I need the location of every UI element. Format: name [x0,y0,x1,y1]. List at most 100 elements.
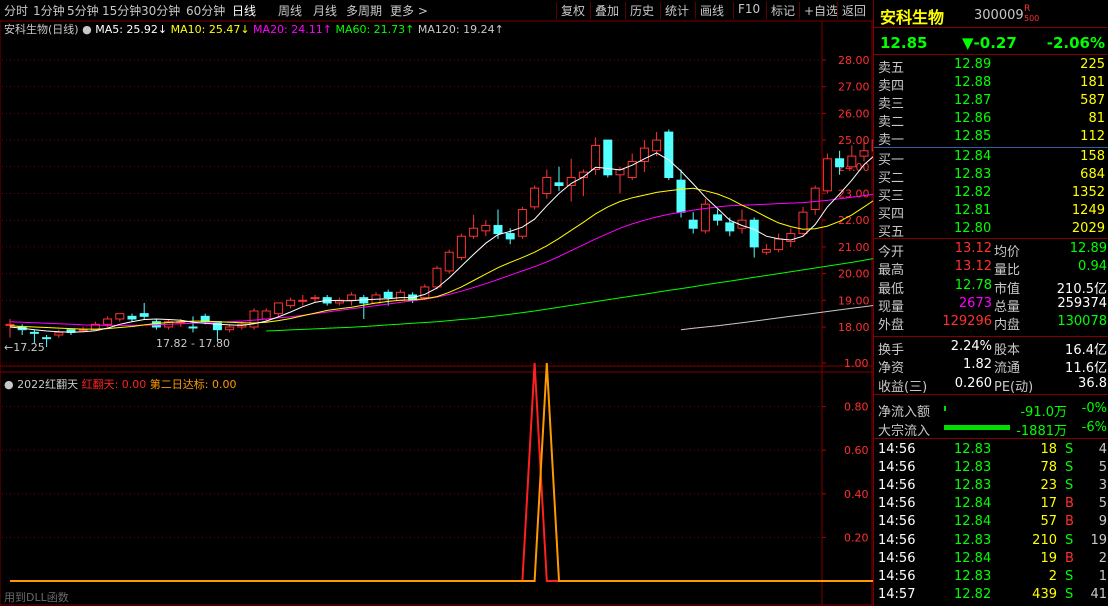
candle [54,329,64,338]
toolbar-divider [625,2,626,19]
bid-volume: 684 [1080,167,1105,183]
timeframe-tab[interactable]: 60分钟 [186,2,225,19]
stat2-row: 净资 1.82 流通 11.6亿 [874,356,1108,377]
bid-row: 买四 12.81 1249 [874,202,1108,222]
toolbar-button[interactable]: F10 [738,2,760,16]
toolbar-button[interactable]: 叠加 [595,2,619,19]
candle [188,316,198,333]
candle [566,158,576,202]
tick-volume: 57 [1040,514,1057,530]
y-tick-label: 28.00 [838,54,870,67]
tick-row: 14:56 12.83 23 S 3 [874,477,1108,495]
candle [456,233,466,261]
flow-bar [944,425,1010,430]
toolbar-button[interactable]: 历史 [630,2,654,19]
tick-volume: 2 [1048,568,1057,584]
y-tick-label: 19.00 [838,294,870,307]
candle [615,166,625,194]
bid-price: 12.81 [954,203,992,219]
toolbar-button[interactable]: 画线 [700,2,724,19]
candle [298,294,308,306]
price-change-pct: -2.06% [1046,34,1105,52]
stat-value: 12.78 [954,277,992,293]
tick-volume: 78 [1040,460,1057,476]
y-tick-label: 21.00 [838,241,870,254]
toolbar-button[interactable]: 复权 [561,2,585,19]
candle [273,302,283,317]
candle [847,145,857,170]
toolbar-button[interactable]: 标记 [771,2,795,19]
stat-value: 259374 [1057,295,1107,311]
stock-header: 安科生物 300009 R 500 [874,4,1108,27]
stat-label: 现量 [878,299,905,315]
ma-label: MA5: 25.92↓ [95,23,170,36]
tick-volume: 17 [1040,496,1057,512]
candle [481,220,491,237]
timeframe-tab[interactable]: 15分钟 [102,2,141,19]
badge-top: R [1024,4,1031,14]
candle [542,169,552,199]
tick-row: 14:57 12.82 439 S 41 [874,586,1108,604]
tick-count: 3 [1098,478,1107,494]
toolbar-button[interactable]: 统计 [665,2,689,19]
tick-count: 19 [1090,532,1107,548]
timeframe-tab[interactable]: 日线 [232,2,256,19]
stat-label: PE(动) [994,379,1034,395]
tick-side: S [1065,442,1074,457]
stat-value: 12.89 [1069,241,1107,256]
timeframe-tab[interactable]: 月线 [313,2,337,19]
timeframe-tab[interactable]: 周线 [278,2,302,19]
tick-side: B [1065,514,1074,530]
timeframe-tab[interactable]: 多周期 [346,2,382,19]
quote-panel: 安科生物 300009 R 500 12.85 ▼-0.27 -2.06% 卖五 12.89 22… [873,0,1108,606]
y-tick-label: 0.20 [844,531,869,544]
panel-divider [874,336,1108,337]
tick-row: 14:56 12.83 18 S 4 [874,441,1108,459]
stat-value: 130078 [1057,314,1107,330]
candle [115,313,125,322]
candle [395,289,405,301]
stat-label: 净资 [878,361,905,377]
tick-count: 4 [1098,442,1107,457]
timeframe-tab[interactable]: 1分钟 [33,2,65,19]
candle [578,169,588,197]
toolbar-divider [733,2,734,19]
ask-volume: 81 [1088,111,1105,127]
tick-price: 12.84 [954,496,992,512]
timeframe-tab[interactable]: 30分钟 [141,2,180,19]
timeframe-tab[interactable]: 更多 > [390,2,428,19]
low-label: ←17.25 [4,341,45,354]
stat-value: 36.8 [1078,375,1107,391]
tick-time: 14:56 [878,442,916,457]
indicator-series-line [10,362,873,582]
tick-row: 14:56 12.84 17 B 5 [874,495,1108,513]
toolbar-button[interactable]: +自选 [804,2,838,19]
timeframe-tab[interactable]: 分时 [4,2,28,19]
candle [676,169,686,218]
tick-time: 14:56 [878,496,916,512]
flow-label: 净流入额 [878,405,931,420]
tick-row: 14:56 12.83 210 S 19 [874,532,1108,550]
stat-row: 最高 13.12 量比 0.94 [874,258,1108,278]
candle [700,198,710,234]
ask-price: 12.85 [954,129,992,145]
toolbar-button[interactable]: 返回 [842,2,866,19]
ask-volume: 225 [1080,57,1105,72]
chart-area[interactable]: 18.0019.0020.0021.0022.0023.0024.0025.00… [0,21,873,606]
candle [469,214,479,239]
timeframe-tab[interactable]: 5分钟 [67,2,99,19]
y-tick-label: 1.00 [844,357,869,370]
flow-row: 大宗流入 -1881万 -6% [874,419,1108,439]
ask-price: 12.86 [954,111,992,127]
candle [664,129,674,181]
bid-row: 买一 12.84 158 [874,148,1108,168]
flow-label: 大宗流入 [878,424,931,439]
tick-time: 14:56 [878,532,916,548]
stock-code: 300009 [974,8,1024,23]
tick-price: 12.83 [954,442,992,457]
tick-side: B [1065,496,1074,512]
indicator-footer: 用到DLL函数 [4,591,69,604]
ask-price: 12.87 [954,93,992,109]
stat-label: 流通 [994,361,1021,377]
candle [347,292,357,306]
